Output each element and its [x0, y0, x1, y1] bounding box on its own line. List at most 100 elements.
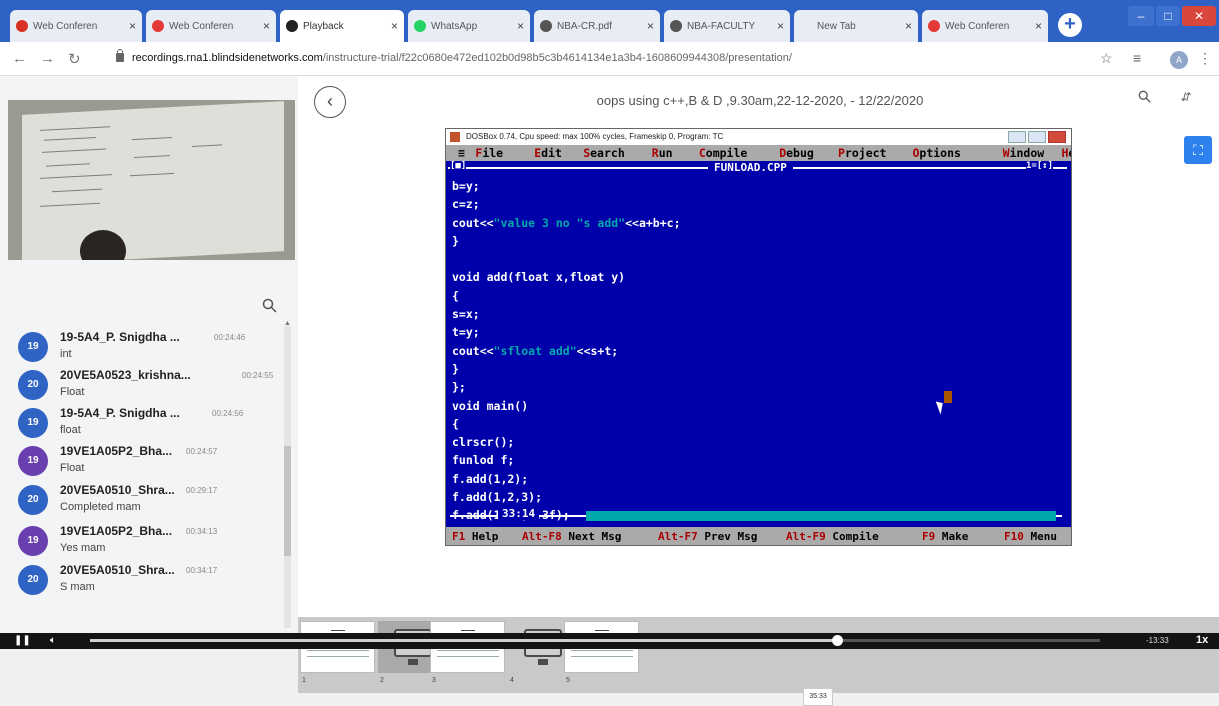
chat-message: 19 19VE1A05P2_Bha... 00:24:57 Float	[18, 442, 280, 482]
minimize-button[interactable]: –	[1128, 6, 1154, 26]
globe-icon: ●	[540, 20, 552, 32]
swap-icon[interactable]: ⇵	[1180, 90, 1190, 104]
browser-tab-label: Web Conferen	[169, 20, 234, 32]
menu-item[interactable]: File	[475, 145, 503, 161]
close-tab-icon[interactable]: ×	[777, 19, 784, 33]
hotkey-item[interactable]: F10 Menu	[1004, 527, 1057, 545]
code-line: s=x;	[452, 307, 480, 322]
browser-tab[interactable]: ● Web Conferen ×	[146, 10, 276, 42]
browser-tab[interactable]: ● Web Conferen ×	[10, 10, 142, 42]
close-tab-icon[interactable]: ×	[905, 19, 912, 33]
search-icon[interactable]	[262, 298, 278, 314]
hotkey-item[interactable]: F1 Help	[452, 527, 498, 545]
menu-item[interactable]: Help	[1061, 145, 1071, 161]
close-tab-icon[interactable]: ×	[517, 19, 524, 33]
menu-item[interactable]: Options	[912, 145, 960, 161]
chat-sender: 20VE5A0510_Shra...	[60, 483, 175, 497]
code-line: {	[452, 288, 459, 303]
scroll-up-icon[interactable]: ▲	[284, 320, 291, 327]
chat-time: 00:24:46	[214, 333, 246, 342]
search-icon[interactable]	[1138, 90, 1152, 104]
code-line: f.add(1,2,3);	[452, 490, 543, 505]
playback-speed-button[interactable]: 1x	[1196, 634, 1208, 646]
browser-tab-label: NBA-CR.pdf	[557, 20, 613, 32]
menu-item[interactable]: Project	[838, 145, 886, 161]
bookmark-star-icon[interactable]: ☆	[1100, 50, 1113, 67]
new-tab-button[interactable]: +	[1058, 13, 1082, 37]
menu-item[interactable]: Window	[1003, 145, 1045, 161]
chat-scrollbar[interactable]: ▲	[284, 320, 291, 628]
more-menu-icon[interactable]: ⋮	[1198, 50, 1212, 67]
browser-tab[interactable]: ● Web Conferen ×	[922, 10, 1048, 42]
menu-item[interactable]: Run	[652, 145, 673, 161]
slide-number: 2	[380, 677, 384, 684]
menu-label: ile	[482, 146, 504, 160]
code-line: }	[452, 361, 459, 376]
pause-icon[interactable]: ❚❚	[14, 635, 31, 646]
hotkey-label: Next Msg	[568, 530, 622, 543]
chat-sender: 19-5A4_P. Snigdha ...	[60, 406, 180, 420]
seek-bar-handle[interactable]	[832, 635, 844, 646]
webcam-video[interactable]	[8, 100, 295, 260]
editor-close-box[interactable]: [■]	[450, 161, 467, 171]
chat-time: 00:24:57	[186, 447, 218, 456]
back-arrow-icon[interactable]: ←	[12, 50, 27, 67]
menu-label: earch	[590, 146, 625, 160]
forward-arrow-icon[interactable]: →	[40, 50, 55, 67]
hotkey-item[interactable]: Alt-F8 Next Msg	[522, 527, 622, 545]
close-window-button[interactable]: ✕	[1182, 6, 1216, 26]
chat-sender: 19VE1A05P2_Bha...	[60, 524, 173, 538]
avatar: 20	[18, 565, 48, 595]
profile-avatar[interactable]: A	[1170, 51, 1188, 69]
reading-list-icon[interactable]: ≡	[1133, 50, 1141, 66]
browser-tab[interactable]: ● NBA-CR.pdf ×	[534, 10, 660, 42]
menu-item[interactable]: Search	[583, 145, 625, 161]
menu-item[interactable]: Edit	[534, 145, 562, 161]
reload-icon[interactable]: ↻	[68, 50, 81, 68]
hotkey-item[interactable]: Alt-F7 Prev Msg	[658, 527, 757, 545]
menu-label: un	[658, 146, 673, 160]
menu-label: elp	[1068, 146, 1071, 160]
source-code[interactable]: b=y; c=z; cout<<"value 3 no "s add"<<a+b+c…	[452, 177, 1064, 545]
hotkey-item[interactable]: Alt-F9 Compile	[786, 527, 879, 545]
maximize-button[interactable]: □	[1156, 6, 1180, 26]
dosbox-close-button[interactable]	[1048, 131, 1066, 143]
dosbox-maximize-button[interactable]	[1028, 131, 1046, 143]
slide-thumbnail-strip: 1 2 3 4 5	[298, 617, 1219, 693]
seek-bar[interactable]	[90, 635, 1100, 646]
address-bar: ← → ↻ recordings.rna1.blindsidenetworks.…	[0, 42, 1219, 76]
browser-tab[interactable]: New Tab ×	[794, 10, 918, 42]
avatar: 20	[18, 485, 48, 515]
chat-message: 19 19-5A4_P. Snigdha ... 00:24:46 int	[18, 328, 280, 368]
browser-tab[interactable]: ● WhatsApp ×	[408, 10, 530, 42]
close-tab-icon[interactable]: ×	[263, 19, 270, 33]
slide-number: 1	[302, 677, 306, 684]
scrollbar-thumb[interactable]	[284, 446, 291, 556]
menu-item[interactable]: Debug	[779, 145, 814, 161]
code-line: cout<<"sfloat add"<<s+t;	[452, 343, 619, 358]
menu-label: indow	[1009, 146, 1045, 160]
horizontal-scrollbar[interactable]	[586, 511, 1056, 521]
menu-item[interactable]: Compile	[699, 145, 747, 161]
url-field[interactable]: recordings.rna1.blindsidenetworks.com/in…	[132, 52, 792, 64]
system-menu-icon[interactable]: ≡	[458, 145, 465, 161]
fullscreen-button[interactable]: ⛶	[1184, 136, 1212, 164]
hotkey-key: Alt-F7	[658, 530, 698, 543]
browser-tab[interactable]: ● NBA-FACULTY ×	[664, 10, 790, 42]
close-tab-icon[interactable]: ×	[129, 19, 136, 33]
close-tab-icon[interactable]: ×	[1035, 19, 1042, 33]
url-host: recordings.rna1.blindsidenetworks.com	[132, 52, 323, 64]
left-panel: 19 19-5A4_P. Snigdha ... 00:24:46 int 20 20VE…	[0, 76, 298, 633]
code-line: t=y;	[452, 325, 480, 340]
dosbox-minimize-button[interactable]	[1008, 131, 1026, 143]
playback-icon: ●	[286, 20, 298, 32]
browser-tab[interactable]: ● Playback ×	[280, 10, 404, 42]
volume-icon[interactable]: 🔈︎	[50, 635, 56, 646]
close-tab-icon[interactable]: ×	[647, 19, 654, 33]
previous-slide-button[interactable]: ‹	[314, 86, 346, 118]
menu-hotkey: R	[651, 146, 659, 160]
close-tab-icon[interactable]: ×	[391, 19, 398, 33]
hotkey-item[interactable]: F9 Make	[922, 527, 968, 545]
avatar: 19	[18, 446, 48, 476]
editor-window-number[interactable]: 1=[↕]	[1026, 161, 1054, 171]
